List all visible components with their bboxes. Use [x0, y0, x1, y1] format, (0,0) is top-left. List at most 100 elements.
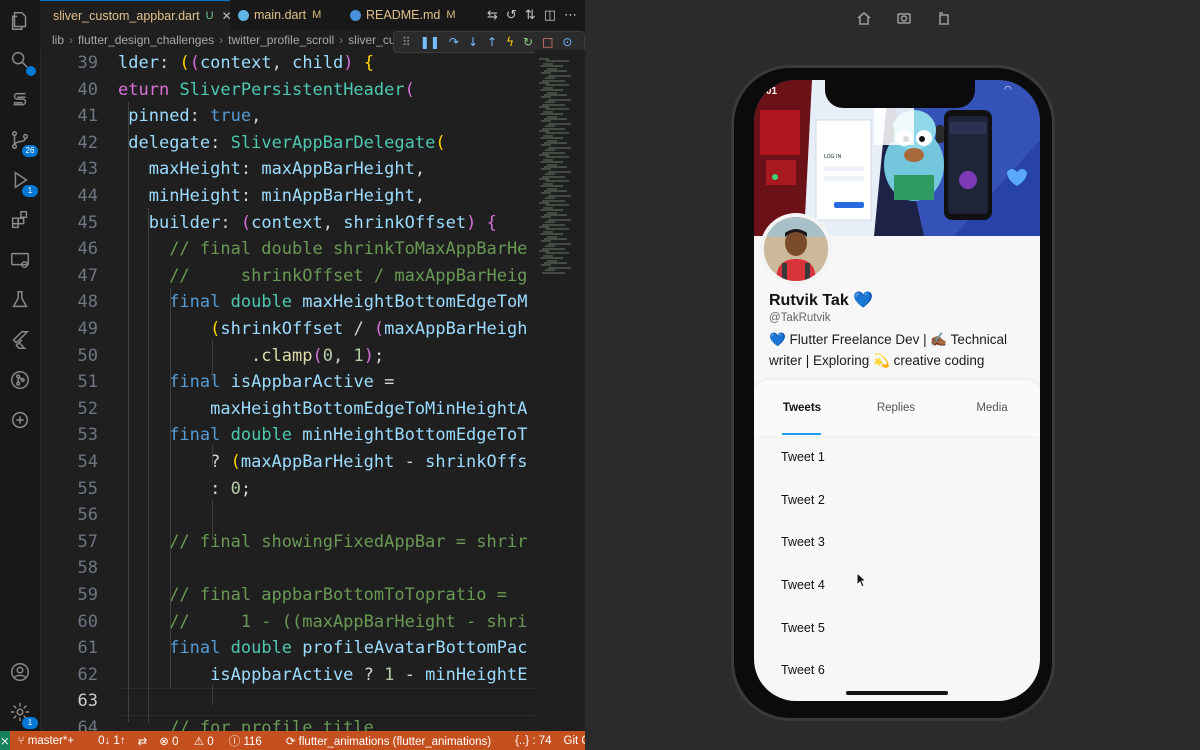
line-number: 58 — [77, 558, 98, 579]
search-icon[interactable] — [8, 48, 36, 76]
compare-icon[interactable]: ⇆ — [487, 8, 498, 23]
stop-icon[interactable]: □ — [542, 35, 553, 49]
code-line[interactable]: // 1 - ((maxAppBarHeight - shri — [118, 609, 527, 636]
code-line[interactable]: final isAppbarActive = — [118, 369, 394, 396]
code-line[interactable]: // final showingFixedAppBar = shrir — [118, 529, 527, 556]
indent-guide — [212, 445, 213, 465]
home-indicator[interactable] — [846, 691, 948, 695]
testing-icon[interactable] — [8, 288, 32, 312]
tweet-item[interactable]: Tweet 5 — [754, 607, 1040, 650]
code-line[interactable]: .clamp(0, 1); — [118, 343, 384, 370]
step-out-icon[interactable]: ↑ — [487, 35, 497, 49]
code-line[interactable]: isAppbarActive ? 1 - minHeightE — [118, 662, 527, 689]
notch — [825, 80, 975, 108]
line-number: 63 — [77, 691, 98, 712]
tab-label: sliver_custom_appbar.dart — [53, 8, 200, 23]
step-over-icon[interactable]: ↷ — [449, 35, 459, 49]
tab-media[interactable]: Media — [952, 380, 1032, 436]
flutter-device[interactable]: ⟳ flutter_animations (flutter_animations… — [286, 734, 503, 748]
code-line[interactable]: // shrinkOffset / maxAppBarHeig — [118, 263, 527, 290]
indent-guide — [170, 288, 171, 688]
code-line[interactable]: minHeight: minAppBarHeight, — [118, 183, 425, 210]
tweet-item[interactable]: Tweet 6 — [754, 649, 1040, 692]
tab-main-dart[interactable]: main.dart M — [230, 0, 342, 30]
screenshot-icon[interactable] — [896, 10, 912, 26]
tweet-item[interactable]: Tweet 4 — [754, 564, 1040, 607]
breadcrumb-item[interactable]: lib — [52, 33, 64, 47]
home-icon[interactable] — [856, 10, 872, 26]
source-control-icon[interactable]: 26 — [8, 128, 38, 157]
error-count: 0 — [172, 735, 179, 748]
settings-gear-icon[interactable]: 1 — [8, 700, 38, 729]
git-graph-button[interactable]: Git Graph — [564, 735, 585, 747]
code-line[interactable]: final double maxHeightBottomEdgeToM — [118, 289, 527, 316]
gitlens-icon[interactable] — [8, 408, 32, 432]
info-count: 116 — [243, 735, 262, 748]
line-number: 50 — [77, 345, 98, 366]
history-icon[interactable]: ↺ — [506, 8, 517, 23]
flutter-icon[interactable] — [8, 328, 32, 352]
line-number: 64 — [77, 718, 98, 731]
minimap-line — [542, 271, 565, 274]
code-line[interactable]: maxHeightBottomEdgeToMinHeightA — [118, 396, 527, 423]
rotate-icon[interactable] — [936, 10, 952, 26]
code-line[interactable]: ? (maxAppBarHeight - shrinkOffs — [118, 449, 527, 476]
profile-name: Rutvik Tak 💙 — [769, 292, 874, 309]
tweet-item[interactable]: Tweet 2 — [754, 479, 1040, 522]
breadcrumb-item[interactable]: flutter_design_challenges — [78, 33, 214, 47]
code-line[interactable]: // final appbarBottomToTopratio = — [118, 582, 517, 609]
tab-tweets[interactable]: Tweets — [762, 380, 842, 436]
warning-count: 0 — [207, 735, 214, 748]
status-bar: ⨯ ⑂ master*+ 0↓ 1↑ ⇄ ⊗ 0 ⚠ 0 ⓘ 116 ⟳ flu… — [0, 731, 585, 750]
bracket-info[interactable]: {..} : 74 — [515, 735, 551, 747]
tweet-item[interactable]: Tweet 1 — [754, 436, 1040, 479]
tab-status: U — [205, 9, 214, 22]
split-editor-icon[interactable]: ◫ — [544, 8, 556, 23]
restart-icon[interactable]: ↻ — [523, 35, 533, 49]
code-line[interactable]: builder: (context, shrinkOffset) { — [118, 210, 497, 237]
tab-status: M — [446, 9, 456, 21]
code-line[interactable]: final double minHeightBottomEdgeToT — [118, 422, 527, 449]
code-line[interactable]: eturn SliverPersistentHeader( — [118, 77, 415, 104]
git-branch[interactable]: ⑂ master*+ — [18, 735, 86, 747]
problems[interactable]: ⊗ 0 ⚠ 0 ⓘ 116 — [159, 733, 274, 749]
remote-explorer-icon[interactable] — [8, 248, 32, 272]
line-number: 46 — [77, 239, 98, 260]
code-line[interactable]: (shrinkOffset / (maxAppBarHeigh — [118, 316, 527, 343]
indent-guide — [212, 340, 213, 380]
git-graph-icon[interactable] — [8, 368, 32, 392]
run-debug-icon[interactable]: 1 — [8, 168, 38, 197]
accounts-icon[interactable] — [8, 660, 32, 684]
snippets-icon[interactable] — [8, 88, 32, 112]
avatar[interactable] — [760, 213, 832, 285]
devtools-search-icon[interactable]: ⊙ — [562, 35, 572, 49]
code-line[interactable]: // final double shrinkToMaxAppBarHe — [118, 236, 527, 263]
tab-sliver-custom-appbar[interactable]: sliver_custom_appbar.dart U ✕ — [40, 0, 232, 30]
step-into-icon[interactable]: ↓ — [468, 35, 478, 49]
hot-reload-icon[interactable]: ϟ — [506, 35, 514, 49]
code-editor[interactable]: 39 lder: ((context, child) {40 eturn Slive… — [40, 50, 535, 731]
code-line[interactable]: delegate: SliverAppBarDelegate( — [118, 130, 445, 157]
explorer-icon[interactable] — [8, 9, 32, 33]
line-number: 62 — [77, 664, 98, 685]
open-changes-icon[interactable]: ⇅ — [525, 8, 536, 23]
tab-replies[interactable]: Replies — [856, 380, 936, 436]
code-line[interactable]: : 0; — [118, 476, 251, 503]
live-share-icon[interactable]: ⇄ — [138, 734, 148, 748]
pause-icon[interactable]: ❚❚ — [420, 35, 440, 49]
breadcrumb-item[interactable]: twitter_profile_scroll — [228, 33, 334, 47]
code-line[interactable]: maxHeight: maxAppBarHeight, — [118, 156, 425, 183]
tweet-item[interactable]: Tweet 3 — [754, 521, 1040, 564]
more-actions-icon[interactable]: ⋯ — [564, 8, 577, 23]
code-line[interactable]: final double profileAvatarBottomPac — [118, 635, 527, 662]
minimap[interactable] — [535, 50, 585, 731]
git-sync[interactable]: 0↓ 1↑ — [98, 735, 126, 747]
remote-indicator-icon[interactable]: ⨯ — [0, 731, 10, 750]
code-line[interactable]: // for profile title — [118, 715, 374, 731]
code-line[interactable]: lder: ((context, child) { — [118, 50, 374, 77]
extensions-icon[interactable] — [8, 208, 32, 232]
tab-readme[interactable]: README.md M — [342, 0, 472, 30]
code-line[interactable]: pinned: true, — [118, 103, 261, 130]
drag-handle-icon[interactable]: ⠿ — [402, 35, 411, 49]
line-number: 49 — [77, 319, 98, 339]
